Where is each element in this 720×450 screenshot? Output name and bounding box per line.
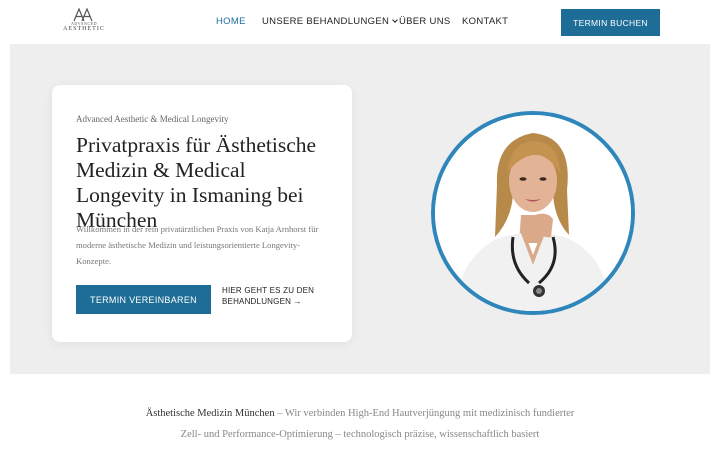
logo[interactable]: ADVANCED AESTHETIC bbox=[62, 8, 106, 38]
doctor-photo-icon bbox=[435, 115, 631, 311]
intro-text: Ästhetische Medizin München – Wir verbin… bbox=[140, 403, 580, 445]
hero-card: Advanced Aesthetic & Medical Longevity P… bbox=[52, 85, 352, 342]
chevron-down-icon bbox=[392, 17, 398, 23]
hero-eyebrow: Advanced Aesthetic & Medical Longevity bbox=[76, 114, 229, 124]
nav-treatments[interactable]: UNSERE BEHANDLUNGEN bbox=[262, 15, 398, 29]
nav-home[interactable]: HOME bbox=[216, 15, 246, 29]
nav-contact[interactable]: KONTAKT bbox=[462, 15, 508, 29]
schedule-appointment-button[interactable]: TERMIN VEREINBAREN bbox=[76, 285, 211, 314]
intro-lead: Ästhetische Medizin München bbox=[145, 408, 275, 419]
treatments-link[interactable]: HIER GEHT ES ZU DEN BEHANDLUNGEN → bbox=[222, 285, 332, 307]
nav-about[interactable]: ÜBER UNS bbox=[399, 15, 451, 29]
site-header: ADVANCED AESTHETIC HOME UNSERE BEHANDLUN… bbox=[0, 0, 720, 44]
logo-brand: AESTHETIC bbox=[63, 26, 105, 32]
doctor-portrait bbox=[431, 111, 635, 315]
hero-title: Privatpraxis für Ästhetische Medizin & M… bbox=[76, 133, 317, 232]
book-appointment-button[interactable]: TERMIN BUCHEN bbox=[561, 9, 660, 36]
logo-monogram-icon bbox=[73, 8, 93, 22]
hero-description: Willkommen in der rein privatärztlichen … bbox=[76, 224, 319, 266]
nav-treatments-label: UNSERE BEHANDLUNGEN bbox=[262, 16, 390, 27]
